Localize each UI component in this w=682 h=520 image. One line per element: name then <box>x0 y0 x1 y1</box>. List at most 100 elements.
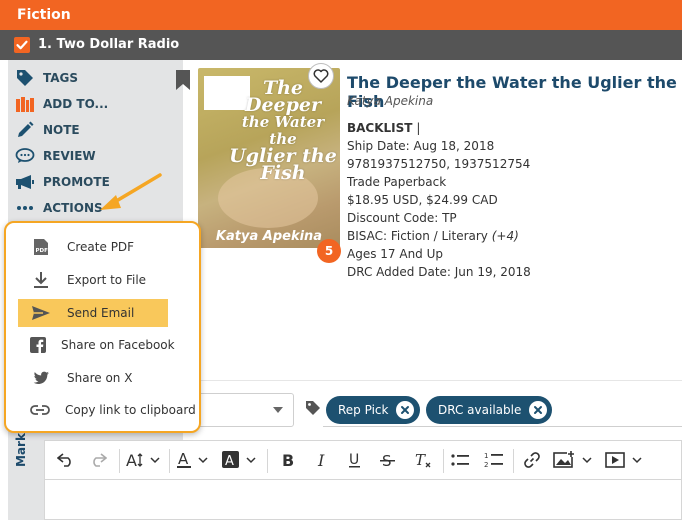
category-header: Fiction <box>0 0 682 30</box>
bisac: BISAC: Fiction / Literary <box>347 229 488 243</box>
svg-text:A: A <box>126 451 137 470</box>
toolbar-separator <box>443 449 444 473</box>
pdf-icon: PDF <box>30 237 52 257</box>
toolbar-separator <box>513 449 514 473</box>
tag-input[interactable] <box>323 426 682 427</box>
chevron-down-icon <box>273 407 283 413</box>
group-title: 1. Two Dollar Radio <box>38 37 180 52</box>
cover-title-line: Deeper <box>244 94 322 116</box>
svg-text:T: T <box>415 451 426 469</box>
menu-item-label: Copy link to clipboard <box>65 403 196 417</box>
section-divider <box>200 380 682 381</box>
sidebar-item-review[interactable]: REVIEW <box>14 145 96 167</box>
font-size-icon[interactable]: A <box>125 449 165 471</box>
category-title: Fiction <box>17 7 71 23</box>
status-line: BACKLIST | <box>347 119 531 137</box>
cover-title: The Deeper the Water the Uglier the Fish <box>228 79 338 184</box>
pencil-icon <box>14 121 36 139</box>
bulleted-list-icon[interactable] <box>449 449 471 471</box>
bisac-line: BISAC: Fiction / Literary (+4) <box>347 227 531 245</box>
select-dropdown[interactable] <box>190 393 294 427</box>
isbns: 9781937512750, 1937512754 <box>347 157 531 171</box>
underline-icon[interactable]: U <box>344 449 366 471</box>
ship-date: Ship Date: Aug 18, 2018 <box>347 139 495 153</box>
send-icon <box>30 303 52 323</box>
menu-item-share-x[interactable]: Share on X <box>18 364 168 392</box>
books-icon <box>14 95 36 113</box>
toolbar-separator <box>119 449 120 473</box>
svg-text:1: 1 <box>484 452 488 460</box>
favorite-button[interactable] <box>308 63 334 89</box>
menu-item-label: Share on X <box>67 371 133 385</box>
editor-body[interactable] <box>44 480 682 520</box>
sidebar-item-label: ACTIONS <box>43 201 103 215</box>
sidebar-item-tags[interactable]: TAGS <box>14 67 78 89</box>
menu-item-export-to-file[interactable]: Export to File <box>18 266 168 294</box>
twitter-icon <box>30 368 52 388</box>
megaphone-icon <box>14 173 36 191</box>
undo-icon[interactable] <box>55 449 77 471</box>
bold-icon[interactable]: B <box>277 449 299 471</box>
group-checkbox[interactable] <box>14 37 30 53</box>
svg-text:B: B <box>282 451 294 469</box>
tag-icon <box>14 69 36 87</box>
cover-title-line: the Water the <box>241 113 325 148</box>
book-cover[interactable]: The Deeper the Water the Uglier the Fish… <box>198 68 340 248</box>
redo-icon[interactable] <box>87 449 109 471</box>
link-icon[interactable] <box>521 449 543 471</box>
text-color-icon[interactable]: A <box>175 449 213 471</box>
sidebar-item-add-to[interactable]: ADD TO... <box>14 93 108 115</box>
sidebar-item-promote[interactable]: PROMOTE <box>14 171 110 193</box>
format: Trade Paperback <box>347 175 447 189</box>
sidebar-item-note[interactable]: NOTE <box>14 119 80 141</box>
svg-text:PDF: PDF <box>36 248 49 254</box>
sidebar-item-label: NOTE <box>43 123 80 137</box>
insert-image-icon[interactable] <box>553 449 597 471</box>
menu-item-create-pdf[interactable]: PDF Create PDF <box>18 233 168 261</box>
editor-toolbar: A A A B I U S T 12 <box>44 440 682 480</box>
insert-media-icon[interactable] <box>605 449 649 471</box>
cover-author: Katya Apekina <box>215 229 323 244</box>
svg-text:A: A <box>178 450 189 468</box>
review-count-badge[interactable]: 5 <box>317 239 341 263</box>
highlight-color-icon[interactable]: A <box>221 449 261 471</box>
vertical-label: Mark <box>14 433 28 467</box>
menu-item-send-email[interactable]: Send Email <box>18 299 168 327</box>
svg-text:I: I <box>317 451 325 469</box>
tag-chip-label: Rep Pick <box>338 403 389 417</box>
heart-icon <box>313 69 329 83</box>
status-separator: | <box>416 121 421 135</box>
bookmark-icon[interactable] <box>175 69 191 96</box>
price: $18.95 USD, $24.99 CAD <box>347 193 498 207</box>
cover-title-line: Fish <box>260 162 306 184</box>
status-badge: BACKLIST <box>347 121 413 135</box>
menu-item-copy-link[interactable]: Copy link to clipboard <box>18 396 196 424</box>
facebook-icon <box>30 335 46 355</box>
italic-icon[interactable]: I <box>311 449 333 471</box>
remove-tag-icon[interactable] <box>396 401 415 419</box>
tag-icon <box>305 400 321 421</box>
sidebar-item-label: REVIEW <box>43 149 96 163</box>
download-icon <box>30 270 52 290</box>
svg-text:2: 2 <box>484 461 488 469</box>
menu-item-share-facebook[interactable]: Share on Facebook <box>18 331 175 359</box>
sidebar-item-actions[interactable]: ACTIONS <box>14 197 103 219</box>
clear-formatting-icon[interactable]: T <box>411 449 435 471</box>
tag-chip[interactable]: Rep Pick <box>326 396 420 424</box>
tag-chip-label: DRC available <box>438 403 522 417</box>
numbered-list-icon[interactable]: 12 <box>483 449 505 471</box>
strikethrough-icon[interactable]: S <box>377 449 399 471</box>
discount-code: Discount Code: TP <box>347 211 457 225</box>
tag-chip[interactable]: DRC available <box>426 396 552 424</box>
remove-tag-icon[interactable] <box>529 401 548 419</box>
menu-item-label: Share on Facebook <box>61 338 175 352</box>
menu-item-label: Create PDF <box>67 240 135 254</box>
svg-text:U: U <box>349 452 359 468</box>
bisac-more-link[interactable]: (+4) <box>492 229 519 243</box>
book-author[interactable]: Katya Apekina <box>347 94 433 108</box>
menu-item-label: Send Email <box>67 306 135 320</box>
ages: Ages 17 And Up <box>347 247 444 261</box>
ellipsis-icon <box>14 199 36 217</box>
menu-item-label: Export to File <box>67 273 147 287</box>
toolbar-separator <box>169 449 170 473</box>
